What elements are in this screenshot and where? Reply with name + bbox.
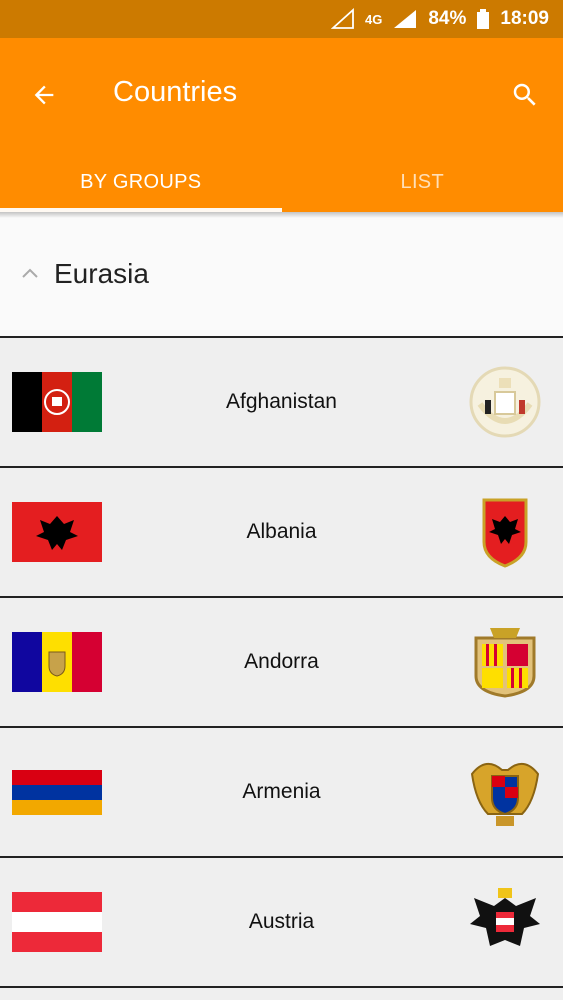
app-bar: Countries BY GROUPS LIST [0, 38, 563, 212]
flag-afghanistan-icon [12, 372, 102, 432]
toolbar: Countries [0, 38, 563, 152]
app-bar-shadow [0, 212, 563, 218]
group-header-eurasia[interactable]: Eurasia [0, 212, 563, 338]
battery-icon [477, 9, 490, 29]
tab-list[interactable]: LIST [282, 152, 563, 212]
search-icon [513, 83, 536, 106]
country-list[interactable]: Eurasia Afghanistan Albania Andorra Arme… [0, 212, 563, 1000]
coat-of-arms-austria-icon [470, 888, 540, 946]
chevron-up-icon [22, 268, 38, 278]
flag-andorra-icon [12, 632, 102, 692]
list-item-afghanistan[interactable]: Afghanistan [0, 338, 563, 468]
coat-of-arms-andorra-icon [474, 628, 536, 698]
tab-bar: BY GROUPS LIST [0, 152, 563, 212]
arrow-back-icon [34, 85, 54, 105]
signal-full-icon [394, 10, 417, 28]
flag-albania-icon [12, 502, 102, 562]
coat-of-arms-albania-icon [482, 498, 528, 568]
flag-armenia-icon [12, 770, 102, 815]
group-title: Eurasia [54, 258, 149, 289]
network-type-label: 4G [365, 11, 383, 27]
coat-of-arms-armenia-icon [470, 763, 540, 826]
battery-percent: 84% [428, 8, 467, 29]
signal-empty-icon [331, 8, 354, 29]
list-item-armenia[interactable]: Armenia [0, 728, 563, 858]
coat-of-arms-afghanistan-icon [469, 366, 541, 438]
search-button[interactable] [502, 72, 548, 118]
list-item-albania[interactable]: Albania [0, 468, 563, 598]
back-button[interactable] [22, 73, 66, 117]
tab-by-groups[interactable]: BY GROUPS [0, 152, 282, 212]
flag-austria-icon [12, 892, 102, 952]
list-item-austria[interactable]: Austria [0, 858, 563, 988]
list-item-andorra[interactable]: Andorra [0, 598, 563, 728]
status-bar: 4G 84% 18:09 [0, 0, 563, 38]
clock: 18:09 [500, 8, 549, 29]
page-title: Countries [113, 76, 238, 108]
